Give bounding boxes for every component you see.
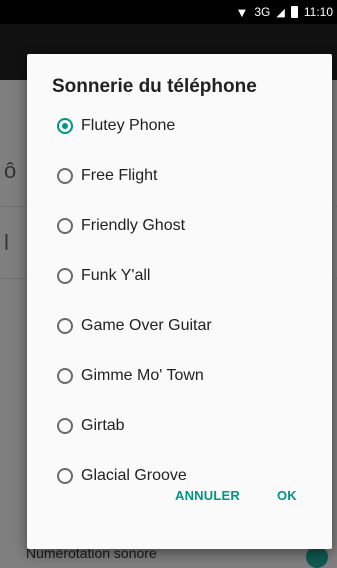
ringtone-option-label: Funk Y'all [81, 267, 151, 284]
radio-unchecked-icon[interactable] [57, 318, 73, 334]
ringtone-option-label: Game Over Guitar [81, 317, 212, 334]
ringtone-option-label: Flutey Phone [81, 117, 176, 134]
battery-icon [290, 6, 298, 18]
status-time: 11:10 [303, 5, 333, 19]
dialog-actions: ANNULER OK [27, 484, 332, 514]
ringtone-option[interactable]: Funk Y'all [57, 262, 150, 290]
radio-unchecked-icon[interactable] [57, 218, 73, 234]
ringtone-option[interactable]: Glacial Groove [57, 462, 187, 486]
ringtone-option-label: Glacial Groove [81, 467, 187, 484]
background-glyph: l [4, 230, 9, 255]
radio-unchecked-icon[interactable] [57, 168, 73, 184]
radio-unchecked-icon[interactable] [57, 418, 73, 434]
ringtone-dialog: Sonnerie du téléphone Flutey Phone Free … [27, 54, 332, 549]
status-bar: ▼ 3G ◢ 11:10 [0, 0, 337, 24]
signal-icon: ◢ [276, 6, 285, 19]
ringtone-option[interactable]: Game Over Guitar [57, 312, 212, 340]
ringtone-option-label: Friendly Ghost [81, 217, 186, 234]
ringtone-option[interactable]: Flutey Phone [57, 112, 175, 140]
cancel-button[interactable]: ANNULER [175, 484, 240, 508]
ringtone-option[interactable]: Friendly Ghost [57, 212, 185, 240]
wifi-icon: ▼ [235, 4, 249, 20]
ringtone-option-label: Gimme Mo' Town [81, 367, 204, 384]
ringtone-option-label: Girtab [81, 417, 125, 434]
ringtone-option[interactable]: Girtab [57, 412, 125, 440]
background-glyph: ô [4, 158, 17, 183]
ringtone-option[interactable]: Gimme Mo' Town [57, 362, 204, 390]
ringtone-options-list[interactable]: Flutey Phone Free Flight Friendly Ghost … [27, 112, 332, 486]
radio-checked-icon[interactable] [57, 118, 73, 134]
radio-unchecked-icon[interactable] [57, 268, 73, 284]
radio-unchecked-icon[interactable] [57, 368, 73, 384]
ok-button[interactable]: OK [277, 484, 297, 508]
network-indicator: 3G [254, 5, 271, 19]
dialog-title: Sonnerie du téléphone [52, 76, 257, 97]
background-toggle [306, 546, 328, 568]
ringtone-option[interactable]: Free Flight [57, 162, 157, 190]
radio-unchecked-icon[interactable] [57, 468, 73, 484]
ringtone-option-label: Free Flight [81, 167, 158, 184]
